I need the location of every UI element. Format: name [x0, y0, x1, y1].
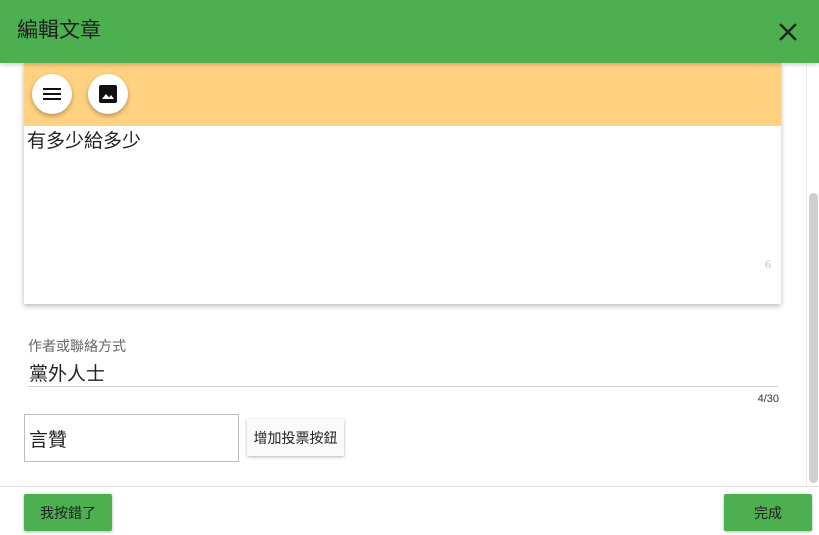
add-vote-button[interactable]: 增加投票按鈕: [247, 419, 344, 456]
editor-toolbar: [24, 63, 781, 126]
close-button[interactable]: [775, 19, 801, 45]
author-field-label: 作者或聯絡方式: [28, 338, 126, 354]
done-button[interactable]: 完成: [724, 494, 812, 531]
image-icon: [99, 85, 117, 103]
dialog-footer: 我按錯了 完成: [0, 486, 819, 535]
dialog-header: 編輯文章: [0, 0, 819, 63]
edit-article-dialog: 編輯文章 有多少給多少 6 作者或聯絡方式 黨外人士 4/30 言贊 增加投票按…: [0, 0, 819, 535]
author-field-input[interactable]: [28, 359, 778, 387]
scrollbar-thumb[interactable]: [809, 193, 818, 483]
close-icon: [779, 23, 797, 41]
dialog-content: 有多少給多少 6 作者或聯絡方式 4/30 增加投票按鈕: [0, 63, 806, 486]
menu-icon: [43, 88, 61, 100]
editor-char-count: 6: [765, 257, 771, 271]
dialog-title: 編輯文章: [17, 19, 101, 42]
vote-option-input[interactable]: [24, 414, 239, 462]
content-scrollbar[interactable]: [806, 63, 819, 486]
editor-card: 有多少給多少 6: [24, 63, 781, 304]
insert-image-button[interactable]: [88, 74, 128, 114]
editor-text[interactable]: 有多少給多少: [27, 130, 141, 154]
menu-button[interactable]: [32, 74, 72, 114]
author-field-counter: 4/30: [757, 393, 779, 405]
cancel-button[interactable]: 我按錯了: [24, 494, 112, 531]
